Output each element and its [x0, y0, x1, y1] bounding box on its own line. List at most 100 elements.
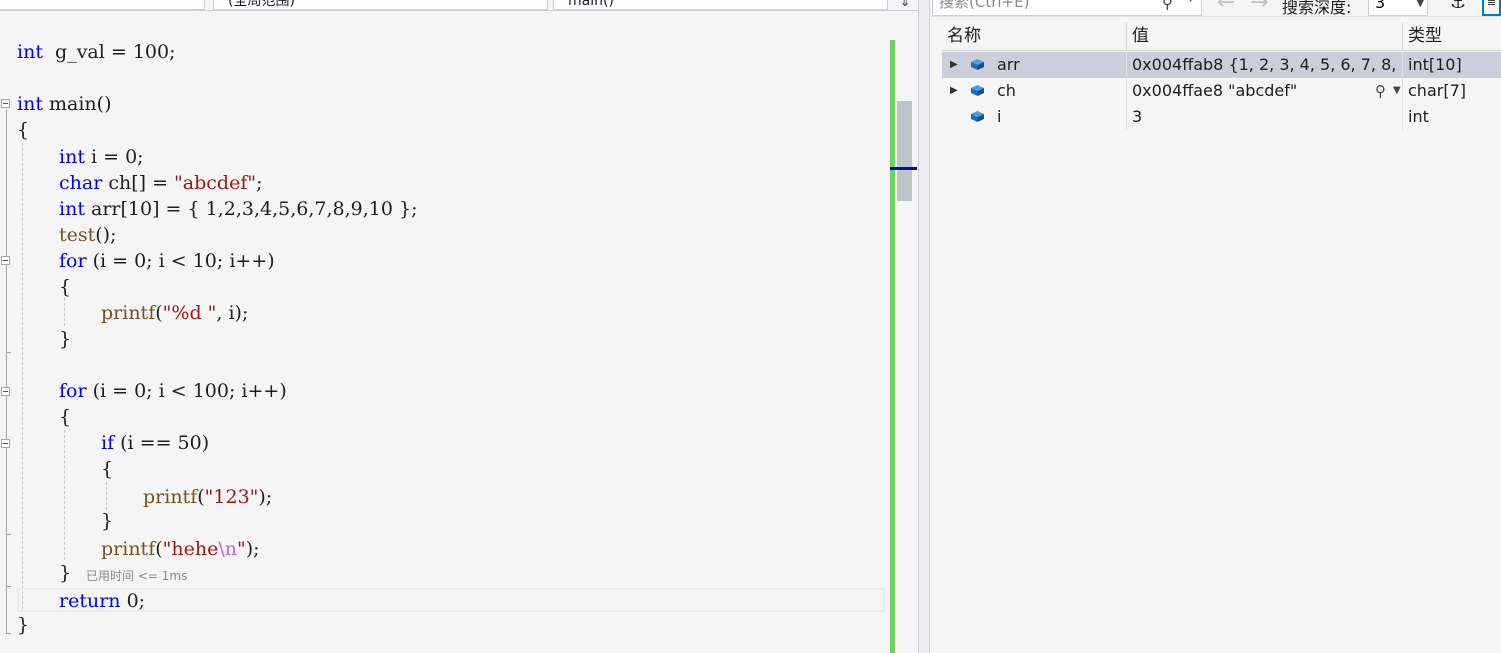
- indent-guide: [22, 143, 23, 609]
- code-token-kw: int: [59, 198, 85, 220]
- code-token: (: [155, 538, 163, 560]
- code-token: , i);: [216, 302, 249, 324]
- code-line[interactable]: }: [59, 326, 71, 352]
- expand-arrow-icon[interactable]: ▶: [950, 52, 958, 78]
- code-token: ;: [256, 172, 263, 194]
- variable-type: int: [1402, 104, 1501, 130]
- code-token: (: [155, 302, 163, 324]
- column-value[interactable]: 值: [1126, 23, 1402, 50]
- collapse-for2-icon[interactable]: [1, 387, 10, 396]
- search-icon[interactable]: ⚲: [1162, 0, 1173, 12]
- code-line[interactable]: for (i = 0; i < 100; i++): [59, 378, 287, 404]
- code-token: (i = 0; i < 100; i++): [86, 380, 287, 402]
- back-arrow-icon[interactable]: ←: [1217, 0, 1235, 15]
- search-depth-value: 3: [1375, 0, 1386, 12]
- collapse-for1-icon[interactable]: [1, 256, 10, 265]
- watch-row-arr[interactable]: ▶ arr 0x004ffab8 {1, 2, 3, 4, 5, 6, 7, 8…: [942, 52, 1501, 78]
- code-token: i = 0;: [84, 146, 144, 168]
- code-token-str: "123": [204, 486, 259, 508]
- code-line[interactable]: int main(): [17, 91, 111, 117]
- document-icon[interactable]: ≡: [1482, 0, 1501, 16]
- outline-for2-end: [6, 586, 11, 587]
- code-editor[interactable]: (全局范围) main() ⇕ int g_val = 100; int main…: [0, 0, 918, 653]
- collapse-if-icon[interactable]: [1, 439, 10, 448]
- code-line[interactable]: int arr[10] = { 1,2,3,4,5,6,7,8,9,10 };: [59, 196, 417, 222]
- code-token-str: "hehe: [162, 538, 219, 560]
- code-line[interactable]: int i = 0;: [59, 144, 144, 170]
- column-header: 名称 值 类型: [942, 23, 1501, 51]
- code-token: (i == 50): [114, 432, 210, 454]
- scrollbar-thumb[interactable]: [897, 101, 912, 201]
- magnifier-icon[interactable]: ⚲: [1375, 78, 1386, 104]
- code-token: {: [59, 276, 72, 298]
- code-token: {: [59, 406, 72, 428]
- code-token: ch[] =: [102, 172, 175, 194]
- code-token: }: [59, 328, 72, 350]
- code-line[interactable]: }: [17, 612, 29, 638]
- code-line[interactable]: return 0;: [59, 588, 145, 614]
- code-token-kw: int: [59, 146, 85, 168]
- variable-value[interactable]: 0x004ffae8 "abcdef": [1126, 78, 1402, 104]
- code-token: }: [59, 562, 72, 584]
- code-line[interactable]: if (i == 50): [101, 430, 209, 456]
- forward-arrow-icon[interactable]: →: [1250, 0, 1268, 15]
- code-token: 0;: [120, 590, 146, 612]
- expand-arrow-icon[interactable]: ▶: [950, 78, 958, 104]
- outline-for1-end: [6, 352, 11, 353]
- function-combo[interactable]: main(): [553, 0, 888, 10]
- variable-type: char[7]: [1402, 78, 1501, 104]
- pane-splitter[interactable]: [918, 0, 930, 653]
- pin-icon[interactable]: ⚓: [1450, 0, 1466, 13]
- variable-name: arr: [997, 55, 1020, 74]
- toolbar-divider: [930, 16, 1501, 17]
- variable-name: i: [997, 107, 1002, 126]
- split-button[interactable]: ⇕: [896, 0, 914, 10]
- code-line[interactable]: {: [59, 274, 71, 300]
- outline-main-line: [6, 109, 7, 633]
- code-line[interactable]: int g_val = 100;: [17, 39, 176, 65]
- indent-guide: [64, 298, 65, 326]
- scope-combo-label: (全局范围): [228, 0, 295, 9]
- code-line[interactable]: test();: [59, 222, 117, 248]
- code-line[interactable]: {: [59, 404, 71, 430]
- code-line[interactable]: }: [101, 508, 113, 534]
- code-line[interactable]: printf("%d ", i);: [101, 300, 248, 326]
- watch-row-ch[interactable]: ▶ ch 0x004ffae8 "abcdef" ⚲ ▼ char[7]: [942, 78, 1501, 104]
- code-token-kw: for: [59, 380, 87, 402]
- watch-row-i[interactable]: i 3 int: [942, 104, 1501, 130]
- search-dropdown-icon[interactable]: ▾: [1188, 0, 1194, 5]
- variable-type: int[10]: [1402, 52, 1501, 78]
- code-line[interactable]: for (i = 0; i < 10; i++): [59, 248, 275, 274]
- project-combo[interactable]: [0, 0, 205, 10]
- function-combo-label: main(): [568, 0, 614, 9]
- code-line[interactable]: {: [101, 456, 113, 482]
- code-token-fn: printf: [143, 486, 198, 508]
- variable-icon: [971, 59, 984, 70]
- current-line-highlight: [17, 588, 885, 612]
- code-token: }: [101, 510, 114, 532]
- code-token-esc: \n: [218, 538, 237, 560]
- variable-value[interactable]: 0x004ffab8 {1, 2, 3, 4, 5, 6, 7, 8, ...: [1126, 52, 1402, 78]
- code-token-kw: int: [17, 93, 43, 115]
- chevron-down-icon[interactable]: ▼: [1416, 0, 1424, 9]
- column-type[interactable]: 类型: [1402, 23, 1501, 50]
- code-line[interactable]: printf("hehe\n");: [101, 536, 260, 562]
- outline-main-end: [6, 633, 11, 634]
- variable-icon: [971, 85, 984, 96]
- collapse-main-icon[interactable]: [1, 99, 10, 108]
- scope-combo[interactable]: (全局范围): [213, 0, 548, 10]
- code-token: {: [101, 458, 114, 480]
- code-line[interactable]: }: [59, 560, 71, 586]
- code-line[interactable]: printf("123");: [143, 484, 272, 510]
- code-token: );: [245, 538, 260, 560]
- code-token-str: "%d ": [162, 302, 217, 324]
- visualizer-dropdown-icon[interactable]: ▼: [1393, 78, 1401, 104]
- code-token-kw: char: [59, 172, 103, 194]
- code-line[interactable]: {: [17, 117, 29, 143]
- code-token: (: [197, 486, 205, 508]
- code-line[interactable]: char ch[] = "abcdef";: [59, 170, 263, 196]
- code-token: );: [258, 486, 273, 508]
- column-name[interactable]: 名称: [942, 23, 1126, 50]
- code-token-str: "abcdef": [174, 172, 257, 194]
- variable-value[interactable]: 3: [1126, 104, 1402, 130]
